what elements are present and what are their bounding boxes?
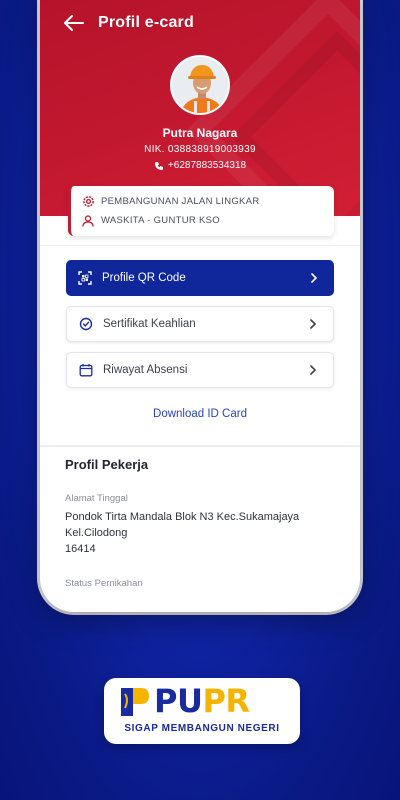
divider (40, 445, 360, 447)
profile-qr-code-label: Profile QR Code (102, 272, 186, 284)
page-title: Profil e-card (98, 14, 194, 31)
person-icon (81, 214, 95, 228)
pupr-emblem-icon (119, 686, 151, 718)
gear-icon (81, 195, 95, 209)
avatar (170, 55, 230, 115)
profile-header: Profil e-card Putra Nagara NIK. 03883891… (40, 0, 360, 216)
chevron-right-icon (310, 272, 322, 284)
address-label: Alamat Tinggal (65, 493, 128, 504)
calendar-icon (79, 362, 95, 378)
brand-tagline: SIGAP MEMBANGUN NEGERI (124, 723, 280, 734)
phone-number: +6287883534318 (167, 160, 247, 171)
top-bar: Profil e-card (64, 8, 194, 38)
project-row: PEMBANGUNAN JALAN LINGKAR (81, 192, 324, 211)
profile-qr-code-button[interactable]: Profile QR Code (66, 260, 334, 296)
project-name: PEMBANGUNAN JALAN LINGKAR (101, 196, 260, 207)
divider (40, 245, 360, 246)
address-line: 16414 (65, 543, 96, 555)
certificate-button[interactable]: Sertifikat Keahlian (66, 306, 334, 342)
project-card: PEMBANGUNAN JALAN LINGKAR WASKITA - GUNT… (68, 186, 334, 236)
company-name: WASKITA - GUNTUR KSO (101, 215, 220, 226)
address-line: Kel.Cilodong (65, 527, 128, 539)
phone-icon (154, 161, 164, 171)
arrow-left-icon[interactable] (64, 12, 86, 34)
worker-phone: +6287883534318 (40, 160, 360, 171)
chevron-right-icon (309, 318, 321, 330)
address-line: Pondok Tirta Mandala Blok N3 Kec.Sukamaj… (65, 511, 300, 523)
marital-status-label: Status Pernikahan (65, 578, 143, 589)
section-title: Profil Pekerja (65, 457, 149, 472)
pupr-logo: PUPR SIGAP MEMBANGUN NEGERI (104, 678, 300, 744)
attendance-history-label: Riwayat Absensi (103, 364, 188, 376)
phone-frame: Profil e-card Putra Nagara NIK. 03883891… (40, 0, 360, 612)
badge-check-icon (79, 316, 95, 332)
worker-name: Putra Nagara (162, 126, 238, 140)
qr-scan-icon (78, 270, 94, 286)
certificate-label: Sertifikat Keahlian (103, 318, 196, 330)
logo-wordmark: PUPR (154, 682, 250, 720)
company-row: WASKITA - GUNTUR KSO (81, 211, 324, 230)
download-id-card-link[interactable]: Download ID Card (40, 408, 360, 420)
chevron-right-icon (309, 364, 321, 376)
worker-nik: NIK. 038838919003939 (144, 144, 256, 155)
attendance-history-button[interactable]: Riwayat Absensi (66, 352, 334, 388)
